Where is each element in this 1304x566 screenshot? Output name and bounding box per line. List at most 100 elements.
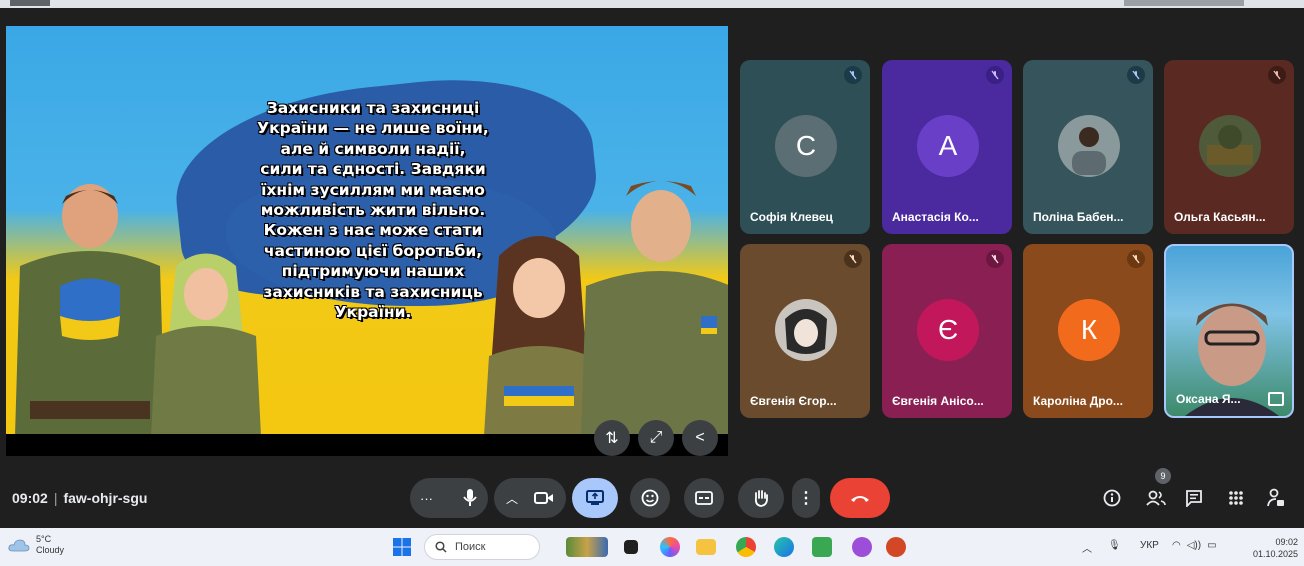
avatar-photo [1058,115,1120,177]
mic-icon[interactable] [462,488,478,508]
participant-name: Анастасія Ко... [892,210,979,224]
participant-tile[interactable]: А Анастасія Ко... [882,60,1012,234]
wifi-icon: ◠ [1172,540,1181,551]
tray-mic-icon[interactable]: 🎙 [1108,540,1121,551]
present-screen-icon [586,490,604,505]
people-button[interactable]: 9 [1142,468,1171,512]
weather-widget[interactable]: 5°C Cloudy [8,534,64,556]
host-controls-button[interactable] [1262,484,1290,512]
mic-group[interactable]: ··· [410,478,488,518]
emoji-button[interactable] [630,478,670,518]
app-badge-icon[interactable] [852,537,872,557]
slide-line: України — не лише воїни, [257,119,489,138]
task-view-icon[interactable] [624,540,638,554]
meeting-time: 09:02 [12,490,48,506]
hangup-icon [851,496,869,502]
chat-button[interactable] [1180,484,1208,512]
camera-icon[interactable] [534,491,554,505]
more-options-icon[interactable]: ··· [420,491,433,506]
edge-icon[interactable] [774,537,794,557]
male-soldier-illustration [581,181,728,434]
participant-name: Софія Клевец [750,210,833,224]
hand-icon [754,490,768,507]
participant-name: Євгенія Анісо... [892,394,984,408]
search-placeholder: Поиск [455,541,486,553]
copilot-icon[interactable] [660,537,680,557]
participant-tile-active[interactable]: Оксана Я... [1164,244,1294,418]
top-strip-left [10,0,50,6]
mic-off-icon [844,66,862,84]
windows-start-icon[interactable] [392,537,412,557]
divider: | [53,490,58,506]
slide-line: Кожен з нас може стати [263,221,483,240]
powerpoint-icon[interactable] [886,537,906,557]
slide-line: Захисники та захисниці [266,99,480,117]
participant-tile[interactable]: Є Євгенія Анісо... [882,244,1012,418]
apps-grid-icon [1229,491,1243,505]
participant-tile[interactable]: С Софія Клевец [740,60,870,234]
avatar: К [1058,299,1120,361]
info-button[interactable] [1098,484,1126,512]
participant-name: Поліна Бабен... [1033,210,1124,224]
avatar-photo [775,299,837,361]
people-icon [1146,490,1166,506]
slide-line: їхнім зусиллям ми маємо [261,180,485,199]
pin-icon[interactable] [1268,392,1284,406]
tray-chevron-up-icon[interactable]: ︿ [1082,540,1092,555]
store-icon[interactable] [812,537,832,557]
lock-person-icon [1267,488,1284,507]
avatar: Є [917,299,979,361]
more-button[interactable]: ⋮ [792,478,820,518]
share-icon: < [695,429,705,446]
camera-group[interactable]: ︿ [494,478,566,518]
meeting-info: 09:02 | faw-ohjr-sgu [12,490,147,506]
mic-off-icon [1127,66,1145,84]
meeting-code: faw-ohjr-sgu [63,490,148,506]
mic-off-icon [1268,66,1286,84]
people-count-badge: 9 [1155,468,1171,484]
file-explorer-icon[interactable] [696,539,716,555]
widget-landscape-icon[interactable] [566,537,608,557]
share-button[interactable]: < [682,420,718,456]
top-strip-right [1124,0,1244,6]
chevron-up-icon[interactable]: ︿ [506,490,518,507]
slide-line: сили та єдності. Завдяки [260,160,486,179]
taskbar-clock[interactable]: 09:02 01.10.2025 [1253,536,1298,560]
slide-line: але й символи надії, [280,139,466,158]
swap-layout-button[interactable]: ⇅ [594,420,630,456]
participant-tile[interactable]: Євгенія Єгор... [740,244,870,418]
slide-line: України. [334,303,412,322]
slide-line: можливість жити вільно. [260,201,486,220]
fullscreen-button[interactable]: ⤢ [638,420,674,456]
swap-icon: ⇅ [605,430,619,447]
captions-icon [695,491,713,505]
raise-hand-button[interactable] [738,478,784,518]
leave-call-button[interactable] [830,478,890,518]
captions-button[interactable] [684,478,724,518]
weather-condition: Cloudy [36,545,65,555]
activities-button[interactable] [1222,484,1250,512]
mic-off-icon [986,250,1004,268]
slide-line: захисників та захисниць [263,282,483,301]
present-button[interactable] [572,478,618,518]
top-strip [0,0,1304,8]
emoji-icon [641,489,659,507]
chat-icon [1186,490,1202,507]
taskbar-search[interactable]: Поиск [424,534,540,560]
participant-tile[interactable]: К Кароліна Дро... [1023,244,1153,418]
search-icon [435,541,447,553]
participant-tile[interactable]: Ольга Касьян... [1164,60,1294,234]
participant-tile[interactable]: Поліна Бабен... [1023,60,1153,234]
participant-name: Ольга Касьян... [1174,210,1266,224]
info-icon [1103,489,1121,507]
expand-icon: ⤢ [649,429,663,446]
weather-temp: 5°C [36,534,52,544]
tray-status-icons[interactable]: ◠ ◁)) ▭ [1172,540,1217,551]
input-language[interactable]: УКР [1140,540,1159,551]
slide-text: Захисники та захисниці України — не лише… [238,98,508,322]
participant-name: Євгенія Єгор... [750,394,837,408]
chrome-icon[interactable] [736,537,756,557]
avatar: С [775,115,837,177]
battery-icon: ▭ [1207,540,1217,551]
participant-name: Кароліна Дро... [1033,394,1123,408]
